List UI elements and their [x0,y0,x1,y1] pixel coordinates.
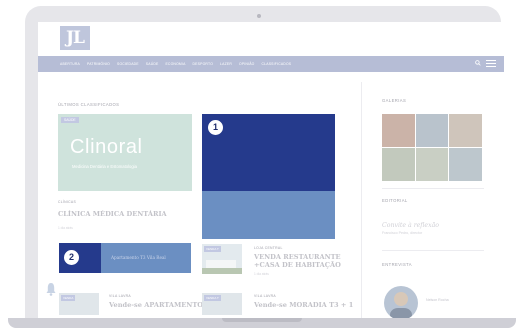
sidebar-divider [382,250,484,251]
nav-item-patrimonio[interactable]: PATRIMÓNIO [87,62,110,66]
gallery-thumb[interactable] [415,148,449,181]
section-title-galleries: GALERIAS [382,98,407,103]
list-item-category[interactable]: VILA LAVRA [109,294,131,298]
column-divider [361,82,362,318]
featured-date: 1 dia atrás [58,226,73,230]
interviewee-name[interactable]: Nelson Rocha [426,298,449,302]
gallery-thumb[interactable] [449,114,482,147]
highlight-block-2[interactable]: 2 Apartamento T3 Vila Real [59,243,191,273]
gallery-thumb[interactable] [382,114,415,147]
featured-title[interactable]: CLÍNICA MÉDICA DENTÁRIA [58,210,167,218]
gallery-grid [382,114,482,181]
list-item-category[interactable]: VILA LAVRA [254,294,276,298]
gallery-thumb[interactable] [382,148,415,181]
section-title-classifieds: ÚLTIMOS CLASSIFICADOS [58,102,120,107]
nav-menu-items: ABERTURA PATRIMÓNIO SOCIEDADE SAÚDE ECON… [60,56,291,72]
nav-item-sociedade[interactable]: SOCIEDADE [117,62,139,66]
person-photo [390,292,412,318]
list-item-title[interactable]: Vende-se MORADIA T3 + 1 [254,301,353,309]
main-navbar: ABERTURA PATRIMÓNIO SOCIEDADE SAÚDE ECON… [38,56,504,72]
category-badge: SAÚDE [61,117,79,123]
editorial-author: Francisco Pedro, director [382,231,423,235]
browser-screen: JL ABERTURA PATRIMÓNIO SOCIEDADE SAÚDE E… [38,22,504,318]
list-item-thumbnail[interactable]: VENDA [59,293,99,315]
list-item-category[interactable]: LOJA CENTRAL [254,246,283,250]
nav-item-classificados[interactable]: CLASSIFICADOS [262,62,292,66]
list-item-thumbnail[interactable]: VENDA T [202,244,242,274]
highlight-number-1: 1 [208,120,223,135]
search-icon[interactable] [475,60,481,66]
featured-classified-image[interactable]: SAÚDE Clinoral Medicina Dentária e Estom… [58,114,192,191]
list-item-date: 1 dia atrás [254,272,269,276]
featured-category[interactable]: CLÍNICAS [58,200,76,204]
interviewee-avatar[interactable] [384,286,418,318]
gallery-thumb[interactable] [415,114,449,147]
clinoral-tagline: Medicina Dentária e Estomatologia [72,164,137,169]
category-badge: VENDA T [204,295,221,301]
bell-icon[interactable] [46,282,56,296]
highlight-block-1[interactable]: 1 [202,114,335,239]
menu-icon[interactable] [486,60,496,68]
restaurant-photo [202,260,242,274]
nav-item-desporto[interactable]: DESPORTO [193,62,214,66]
laptop-notch [222,318,302,322]
clinoral-logo: Clinoral [70,136,143,158]
highlight-strip-title: Apartamento T3 Vila Real [111,255,166,260]
editorial-headline[interactable]: Convite à reflexão [382,222,439,229]
highlight-number-2: 2 [64,250,79,265]
nav-item-economia[interactable]: ECONOMIA [165,62,185,66]
nav-item-saude[interactable]: SAÚDE [146,62,159,66]
nav-item-abertura[interactable]: ABERTURA [60,62,80,66]
section-title-interview: ENTREVISTA [382,262,412,267]
nav-item-lazer[interactable]: LAZER [220,62,232,66]
webcam-dot [257,14,261,18]
nav-item-opiniao[interactable]: OPINIÃO [239,62,255,66]
list-item-thumbnail[interactable]: VENDA T [202,293,242,315]
sidebar-divider [382,188,484,189]
section-title-editorial: EDITORIAL [382,198,408,203]
gallery-thumb[interactable] [449,148,482,181]
category-badge: VENDA [61,295,76,301]
list-item-title[interactable]: Vende-se APARTAMENTO T3 [109,301,215,309]
list-item-title[interactable]: VENDA RESTAURANTE +CASA DE HABITAÇÃO [254,253,349,269]
site-logo[interactable]: JL [60,26,90,50]
